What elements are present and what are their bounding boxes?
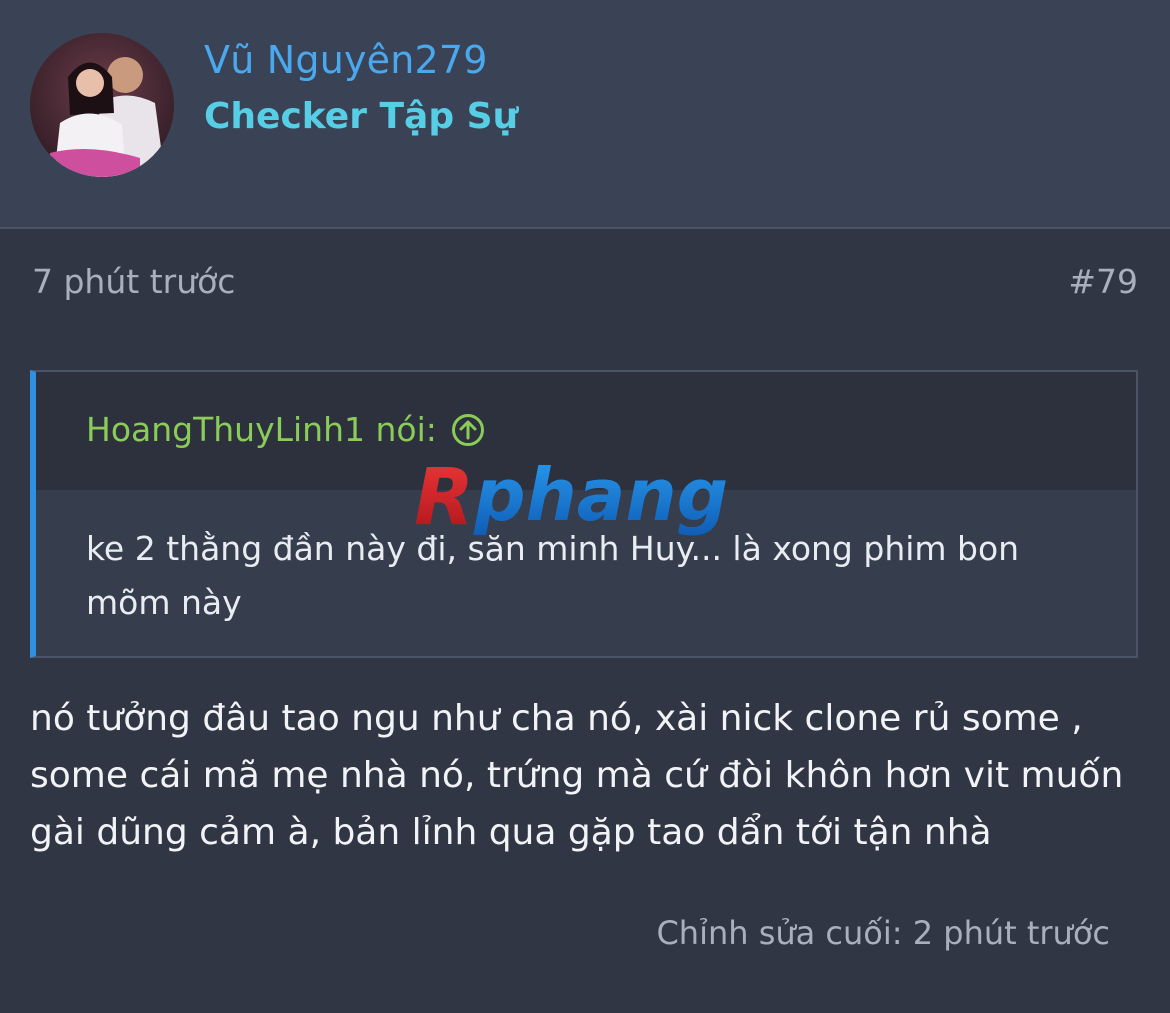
quote-author-label: HoangThuyLinh1 nói:: [86, 410, 437, 449]
post-header: Vũ Nguyên279 Checker Tập Sự: [0, 0, 1170, 229]
avatar-photo-icon: [30, 33, 174, 177]
post-number[interactable]: #79: [1068, 262, 1138, 301]
user-avatar[interactable]: [30, 33, 174, 177]
last-edited-note: Chỉnh sửa cuối: 2 phút trước: [656, 914, 1110, 952]
rphang-watermark-logo: R phang: [410, 453, 762, 544]
quote-author[interactable]: HoangThuyLinh1 nói:: [86, 410, 485, 449]
forum-post: Vũ Nguyên279 Checker Tập Sự 7 phút trước…: [0, 0, 1170, 1013]
post-message: nó tưởng đâu tao ngu như cha nó, xài nic…: [30, 698, 1124, 853]
post-timestamp[interactable]: 7 phút trước: [32, 262, 235, 301]
watermark-letter-r: R: [414, 458, 474, 543]
user-title: Checker Tập Sự: [204, 96, 519, 137]
username[interactable]: Vũ Nguyên279: [204, 38, 488, 82]
arrow-up-circle-icon[interactable]: [451, 413, 485, 447]
watermark-letters-phang: phang: [473, 458, 728, 537]
